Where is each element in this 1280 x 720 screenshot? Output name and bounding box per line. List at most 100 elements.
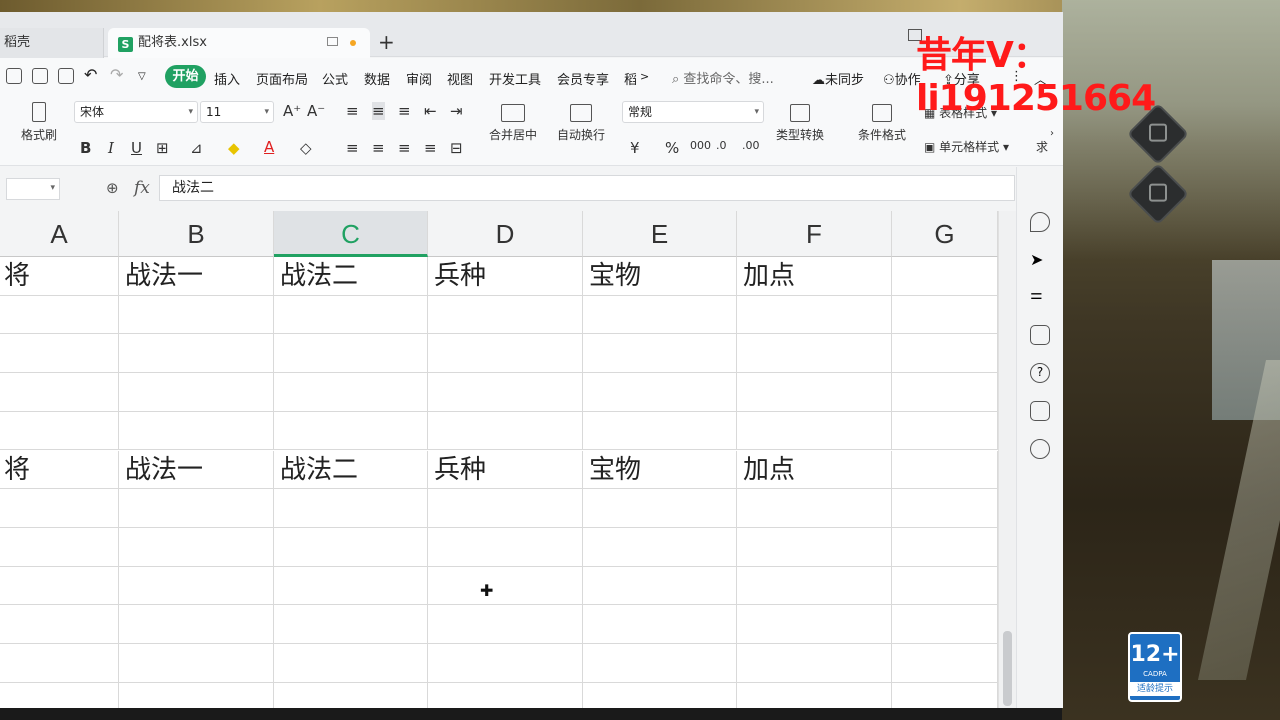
- percent-icon[interactable]: %: [665, 139, 679, 157]
- tab-active-file[interactable]: S 配将表.xlsx: [108, 28, 370, 58]
- cell-d3[interactable]: [428, 334, 583, 373]
- currency-icon[interactable]: ¥: [630, 139, 640, 157]
- conditional-format-button[interactable]: 条件格式: [852, 104, 912, 143]
- cell-a4[interactable]: [0, 373, 119, 411]
- number-format-select[interactable]: 常规 ▾: [622, 101, 764, 123]
- distribute-icon[interactable]: ⊟: [450, 139, 463, 157]
- cell-e1[interactable]: 宝物: [583, 257, 737, 295]
- cell-b11[interactable]: [119, 644, 274, 682]
- cell-g8[interactable]: [892, 527, 998, 566]
- cell-e2[interactable]: [583, 295, 737, 334]
- cell-g11[interactable]: [892, 644, 998, 682]
- fill-style-icon[interactable]: ⊿: [190, 139, 203, 157]
- scrollbar-thumb[interactable]: [1003, 631, 1012, 706]
- rocket-icon[interactable]: [1030, 212, 1050, 232]
- cell-b12[interactable]: [119, 682, 274, 708]
- font-color-icon[interactable]: A: [264, 138, 274, 156]
- cell-a3[interactable]: [0, 334, 119, 373]
- resize-icon[interactable]: [1030, 325, 1050, 345]
- save-icon[interactable]: [6, 68, 22, 84]
- menu-data[interactable]: 数据: [364, 69, 390, 88]
- cell-a6[interactable]: 将: [0, 450, 119, 489]
- cell-b1[interactable]: 战法一: [119, 257, 274, 295]
- menu-start[interactable]: 开始: [165, 65, 206, 88]
- settings-sliders-icon[interactable]: ⚌: [1030, 287, 1050, 307]
- cell-d12[interactable]: [428, 682, 583, 708]
- cell-b7[interactable]: [119, 489, 274, 527]
- cell-d2[interactable]: [428, 295, 583, 334]
- cell-g4[interactable]: [892, 373, 998, 411]
- tab-docer[interactable]: 稻壳: [0, 28, 104, 58]
- cell-c1[interactable]: 战法二: [274, 257, 428, 295]
- font-name-select[interactable]: 宋体 ▾: [74, 101, 198, 123]
- decrease-font-icon[interactable]: A⁻: [307, 102, 325, 120]
- cell-b3[interactable]: [119, 334, 274, 373]
- cell-a11[interactable]: [0, 644, 119, 682]
- cell-c10[interactable]: [274, 605, 428, 643]
- cell-a2[interactable]: [0, 295, 119, 334]
- pointer-icon[interactable]: ➤: [1030, 250, 1050, 270]
- indent-decrease-icon[interactable]: ⇤: [424, 102, 437, 120]
- cell-d4[interactable]: [428, 373, 583, 411]
- column-header-d[interactable]: D: [428, 211, 583, 257]
- cell-f1[interactable]: 加点: [737, 257, 892, 295]
- cell-c12[interactable]: [274, 682, 428, 708]
- align-right-icon[interactable]: ≡: [398, 139, 411, 157]
- cell-g3[interactable]: [892, 334, 998, 373]
- help-icon[interactable]: ?: [1030, 363, 1050, 383]
- cell-e9[interactable]: [583, 566, 737, 605]
- menu-scroll-right-icon[interactable]: >: [640, 70, 649, 83]
- cell-c6[interactable]: 战法二: [274, 450, 428, 489]
- menu-member[interactable]: 会员专享: [557, 69, 609, 88]
- screen-icon[interactable]: [327, 37, 338, 46]
- border-icon[interactable]: ⊞: [156, 139, 169, 157]
- cell-e12[interactable]: [583, 682, 737, 708]
- cell-f8[interactable]: [737, 527, 892, 566]
- align-center-icon[interactable]: ≡: [372, 139, 385, 157]
- menu-review[interactable]: 审阅: [406, 69, 432, 88]
- justify-icon[interactable]: ≡: [424, 139, 437, 157]
- cell-c4[interactable]: [274, 373, 428, 411]
- fx-label[interactable]: fx: [134, 178, 150, 198]
- cell-c9[interactable]: [274, 566, 428, 605]
- column-header-f[interactable]: F: [737, 211, 892, 257]
- menu-developer[interactable]: 开发工具: [489, 69, 541, 88]
- cell-f6[interactable]: 加点: [737, 450, 892, 489]
- column-header-e[interactable]: E: [583, 211, 737, 257]
- bold-icon[interactable]: B: [80, 139, 91, 157]
- cell-a10[interactable]: [0, 605, 119, 643]
- menu-formula[interactable]: 公式: [322, 69, 348, 88]
- cell-b8[interactable]: [119, 527, 274, 566]
- undo-icon[interactable]: ↶: [84, 65, 97, 84]
- cell-e3[interactable]: [583, 334, 737, 373]
- cell-g9[interactable]: [892, 566, 998, 605]
- cell-g6[interactable]: [892, 450, 998, 489]
- italic-icon[interactable]: I: [108, 139, 114, 157]
- vertical-scrollbar[interactable]: [998, 211, 1016, 708]
- decrease-decimal-icon[interactable]: .00: [742, 139, 760, 152]
- align-top-icon[interactable]: ≡: [346, 102, 359, 120]
- cell-f11[interactable]: [737, 644, 892, 682]
- quick-access-more-icon[interactable]: ▽: [138, 71, 146, 82]
- cell-f9[interactable]: [737, 566, 892, 605]
- cell-f3[interactable]: [737, 334, 892, 373]
- ribbon-scroll-icon[interactable]: ›: [1050, 128, 1054, 139]
- cell-e4[interactable]: [583, 373, 737, 411]
- cell-b5[interactable]: [119, 411, 274, 450]
- menu-view[interactable]: 视图: [447, 69, 473, 88]
- command-search[interactable]: ⌕ 查找命令、搜...: [672, 68, 774, 87]
- type-convert-button[interactable]: 类型转换: [770, 104, 830, 143]
- column-header-a[interactable]: A: [0, 211, 119, 257]
- cell-d1[interactable]: 兵种: [428, 257, 583, 295]
- cell-f2[interactable]: [737, 295, 892, 334]
- new-tab-plus-icon[interactable]: +: [378, 30, 395, 54]
- menu-insert[interactable]: 插入: [214, 69, 240, 88]
- format-painter-button[interactable]: 格式刷: [16, 102, 62, 143]
- cell-a1[interactable]: 将: [0, 257, 119, 295]
- cell-b9[interactable]: [119, 566, 274, 605]
- image-edit-icon[interactable]: [1030, 401, 1050, 421]
- cell-c8[interactable]: [274, 527, 428, 566]
- cell-d7[interactable]: [428, 489, 583, 527]
- increase-font-icon[interactable]: A⁺: [283, 102, 301, 120]
- cell-a9[interactable]: [0, 566, 119, 605]
